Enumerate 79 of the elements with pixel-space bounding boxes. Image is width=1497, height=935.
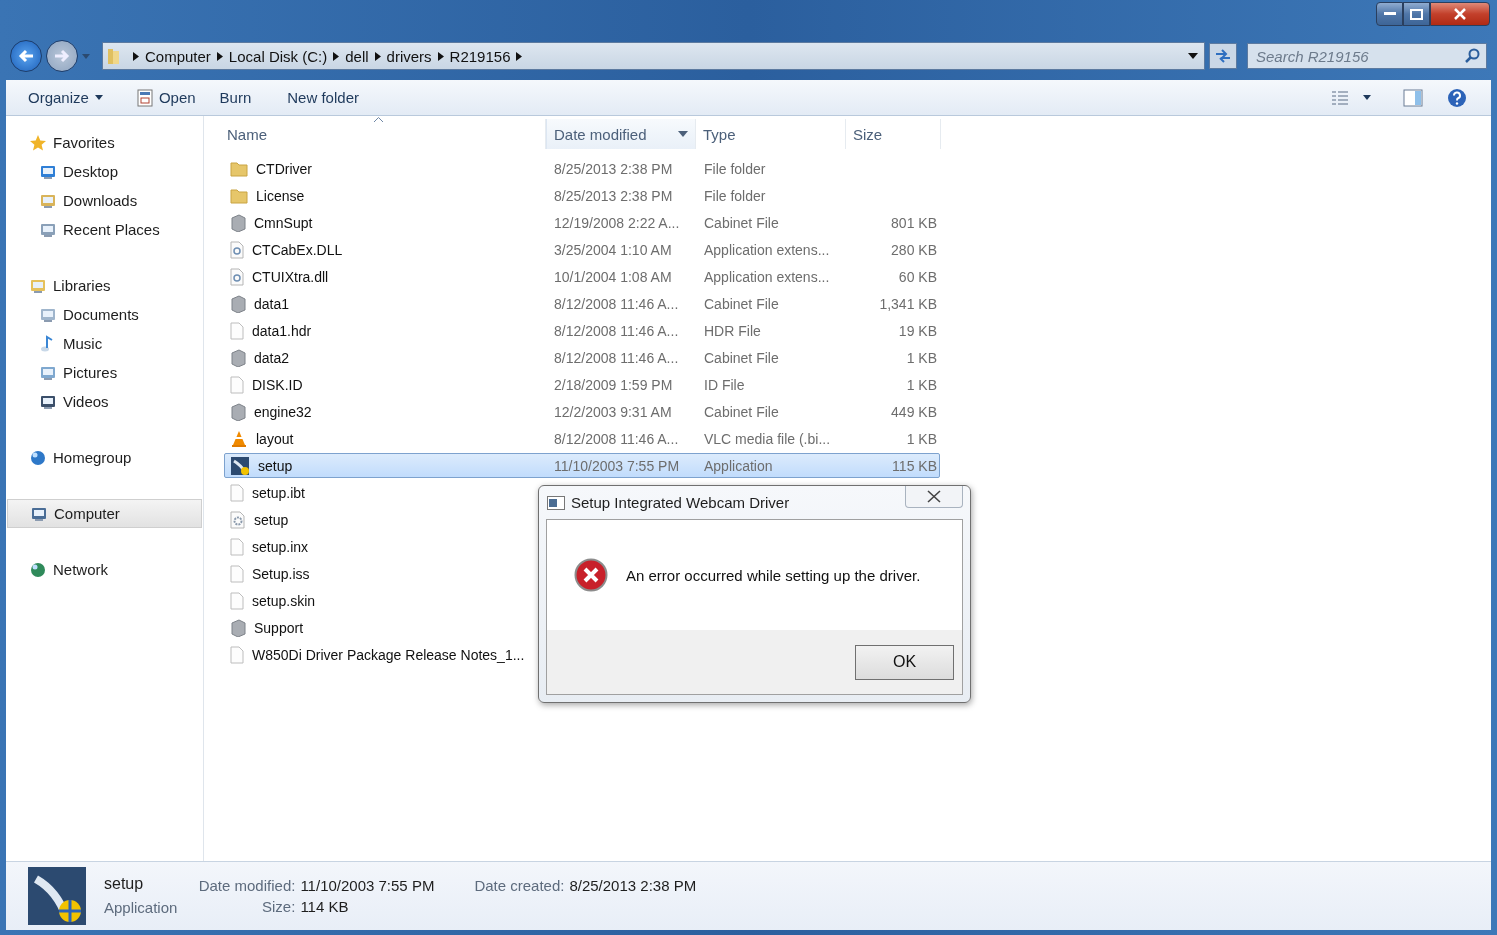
date-cell: 12/19/2008 2:22 A...: [554, 214, 680, 231]
type-cell: Cabinet File: [704, 349, 779, 366]
type-cell: Application: [704, 457, 773, 474]
size-cell: 280 KB: [891, 241, 937, 258]
nav-label: Recent Places: [63, 221, 160, 238]
nav-label: Pictures: [63, 364, 118, 381]
type-cell: File folder: [704, 187, 766, 204]
file-name: setup: [258, 457, 293, 474]
date-cell: 10/1/2004 1:08 AM: [554, 268, 672, 285]
date-cell: 8/25/2013 2:38 PM: [554, 160, 673, 177]
size-cell: 801 KB: [891, 214, 937, 231]
file-name: W850Di Driver Package Release Notes_1...: [252, 646, 525, 663]
type-cell: Application extens...: [704, 268, 830, 285]
size-cell: 115 KB: [892, 457, 937, 474]
column-label: Name: [227, 125, 267, 143]
file-name: engine32: [254, 403, 312, 420]
type-cell: Application extens...: [704, 241, 830, 258]
detail-label: Date modified:: [197, 877, 296, 894]
detail-value: 11/10/2003 7:55 PM: [300, 877, 435, 894]
file-name: CTUIXtra.dll: [252, 268, 329, 285]
nav-label: Desktop: [63, 163, 119, 180]
type-cell: Cabinet File: [704, 295, 779, 312]
file-name: data1.hdr: [252, 322, 312, 339]
dialog-title: Setup Integrated Webcam Driver: [571, 494, 790, 511]
type-cell: File folder: [704, 160, 766, 177]
column-label: Size: [853, 125, 883, 143]
size-cell: 1 KB: [906, 376, 937, 393]
selected-file-type: Application: [104, 898, 178, 918]
date-cell: 8/12/2008 11:46 A...: [554, 295, 679, 312]
file-name: layout: [256, 430, 294, 447]
type-cell: Cabinet File: [704, 214, 779, 231]
type-cell: Cabinet File: [704, 403, 779, 420]
size-cell: 1 KB: [906, 430, 937, 447]
date-cell: 3/25/2004 1:10 AM: [554, 241, 672, 258]
date-cell: 11/10/2003 7:55 PM: [554, 457, 680, 474]
date-cell: 12/2/2003 9:31 AM: [554, 403, 672, 420]
nav-label: Videos: [63, 393, 109, 410]
file-name: CTDriver: [256, 160, 312, 177]
date-cell: 8/25/2013 2:38 PM: [554, 187, 673, 204]
date-cell: 8/12/2008 11:46 A...: [554, 349, 679, 366]
nav-label: Downloads: [63, 192, 138, 209]
nav-label: Favorites: [53, 134, 115, 151]
date-cell: 2/18/2009 1:59 PM: [554, 376, 673, 393]
file-name: CmnSupt: [254, 214, 313, 231]
type-cell: ID File: [704, 376, 745, 393]
file-name: Support: [254, 619, 304, 636]
size-cell: 19 KB: [898, 322, 937, 339]
date-cell: 8/12/2008 11:46 A...: [554, 322, 679, 339]
file-name: Setup.iss: [252, 565, 310, 582]
detail-label: Date created:: [474, 877, 565, 894]
size-cell: 60 KB: [898, 268, 937, 285]
column-label: Type: [703, 125, 736, 143]
column-label: Date modified: [554, 125, 647, 143]
size-cell: 1,341 KB: [879, 295, 937, 312]
nav-label: Network: [53, 561, 108, 578]
date-cell: 8/12/2008 11:46 A...: [554, 430, 679, 447]
nav-label: Homegroup: [53, 449, 132, 466]
selected-file-name: setup: [104, 874, 145, 894]
file-name: setup.ibt: [252, 484, 305, 501]
type-cell: VLC media file (.bi...: [704, 430, 831, 447]
file-name: data2: [254, 349, 290, 366]
detail-value: 114 KB: [300, 898, 350, 915]
type-cell: HDR File: [704, 322, 761, 339]
size-cell: 449 KB: [891, 403, 937, 420]
file-name: CTCabEx.DLL: [252, 241, 343, 258]
file-name: data1: [254, 295, 290, 312]
detail-value: 8/25/2013 2:38 PM: [569, 877, 697, 894]
file-name: DISK.ID: [252, 376, 303, 393]
file-name: setup.skin: [252, 592, 316, 609]
error-message: An error occurred while setting up the driver.: [626, 566, 921, 584]
file-name: setup.inx: [252, 538, 309, 555]
detail-label: Size:: [261, 898, 296, 915]
nav-label: Libraries: [53, 277, 111, 294]
file-name: License: [256, 187, 305, 204]
file-name: setup: [254, 511, 289, 528]
size-cell: 1 KB: [906, 349, 937, 366]
nav-label: Computer: [54, 505, 120, 522]
nav-label: Documents: [63, 306, 139, 323]
nav-label: Music: [63, 335, 103, 352]
